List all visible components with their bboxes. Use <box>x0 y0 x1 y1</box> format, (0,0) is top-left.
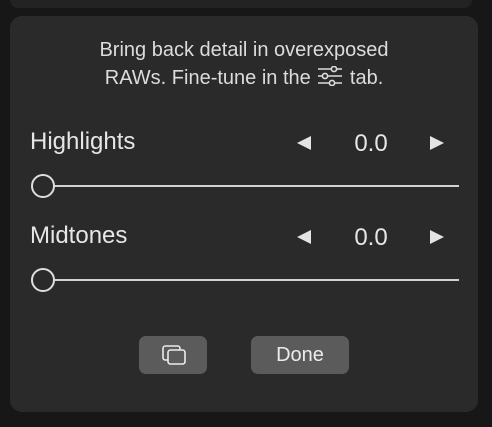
midtones-slider[interactable] <box>31 268 459 292</box>
previous-panel-edge <box>10 0 472 8</box>
done-button[interactable]: Done <box>251 336 349 374</box>
hint-line-2-start: RAWs. Fine-tune in the <box>104 67 311 89</box>
midtones-slider-thumb[interactable] <box>31 268 55 292</box>
highlights-popover: Bring back detail in overexposed RAWs. F… <box>10 16 478 412</box>
highlights-slider[interactable] <box>31 174 459 198</box>
hint-line-2-end: tab. <box>349 67 384 89</box>
highlights-slider-track[interactable] <box>43 185 459 187</box>
midtones-slider-track[interactable] <box>43 279 459 281</box>
compare-icon <box>162 345 186 365</box>
hint-text: Bring back detail in overexposed RAWs. F… <box>10 36 478 94</box>
highlights-value[interactable]: 0.0 <box>336 130 406 158</box>
compare-button[interactable] <box>139 336 207 374</box>
midtones-increment-button[interactable] <box>430 230 444 244</box>
midtones-decrement-button[interactable] <box>297 230 311 244</box>
highlights-label: Highlights <box>30 128 136 155</box>
highlights-slider-thumb[interactable] <box>31 174 55 198</box>
highlights-decrement-button[interactable] <box>297 136 311 150</box>
highlights-increment-button[interactable] <box>430 136 444 150</box>
midtones-label: Midtones <box>30 222 128 249</box>
hint-line-2: RAWs. Fine-tune in the tab. <box>10 64 478 94</box>
hint-line-1: Bring back detail in overexposed <box>99 39 389 61</box>
midtones-value[interactable]: 0.0 <box>336 224 406 252</box>
sliders-icon <box>317 65 343 94</box>
